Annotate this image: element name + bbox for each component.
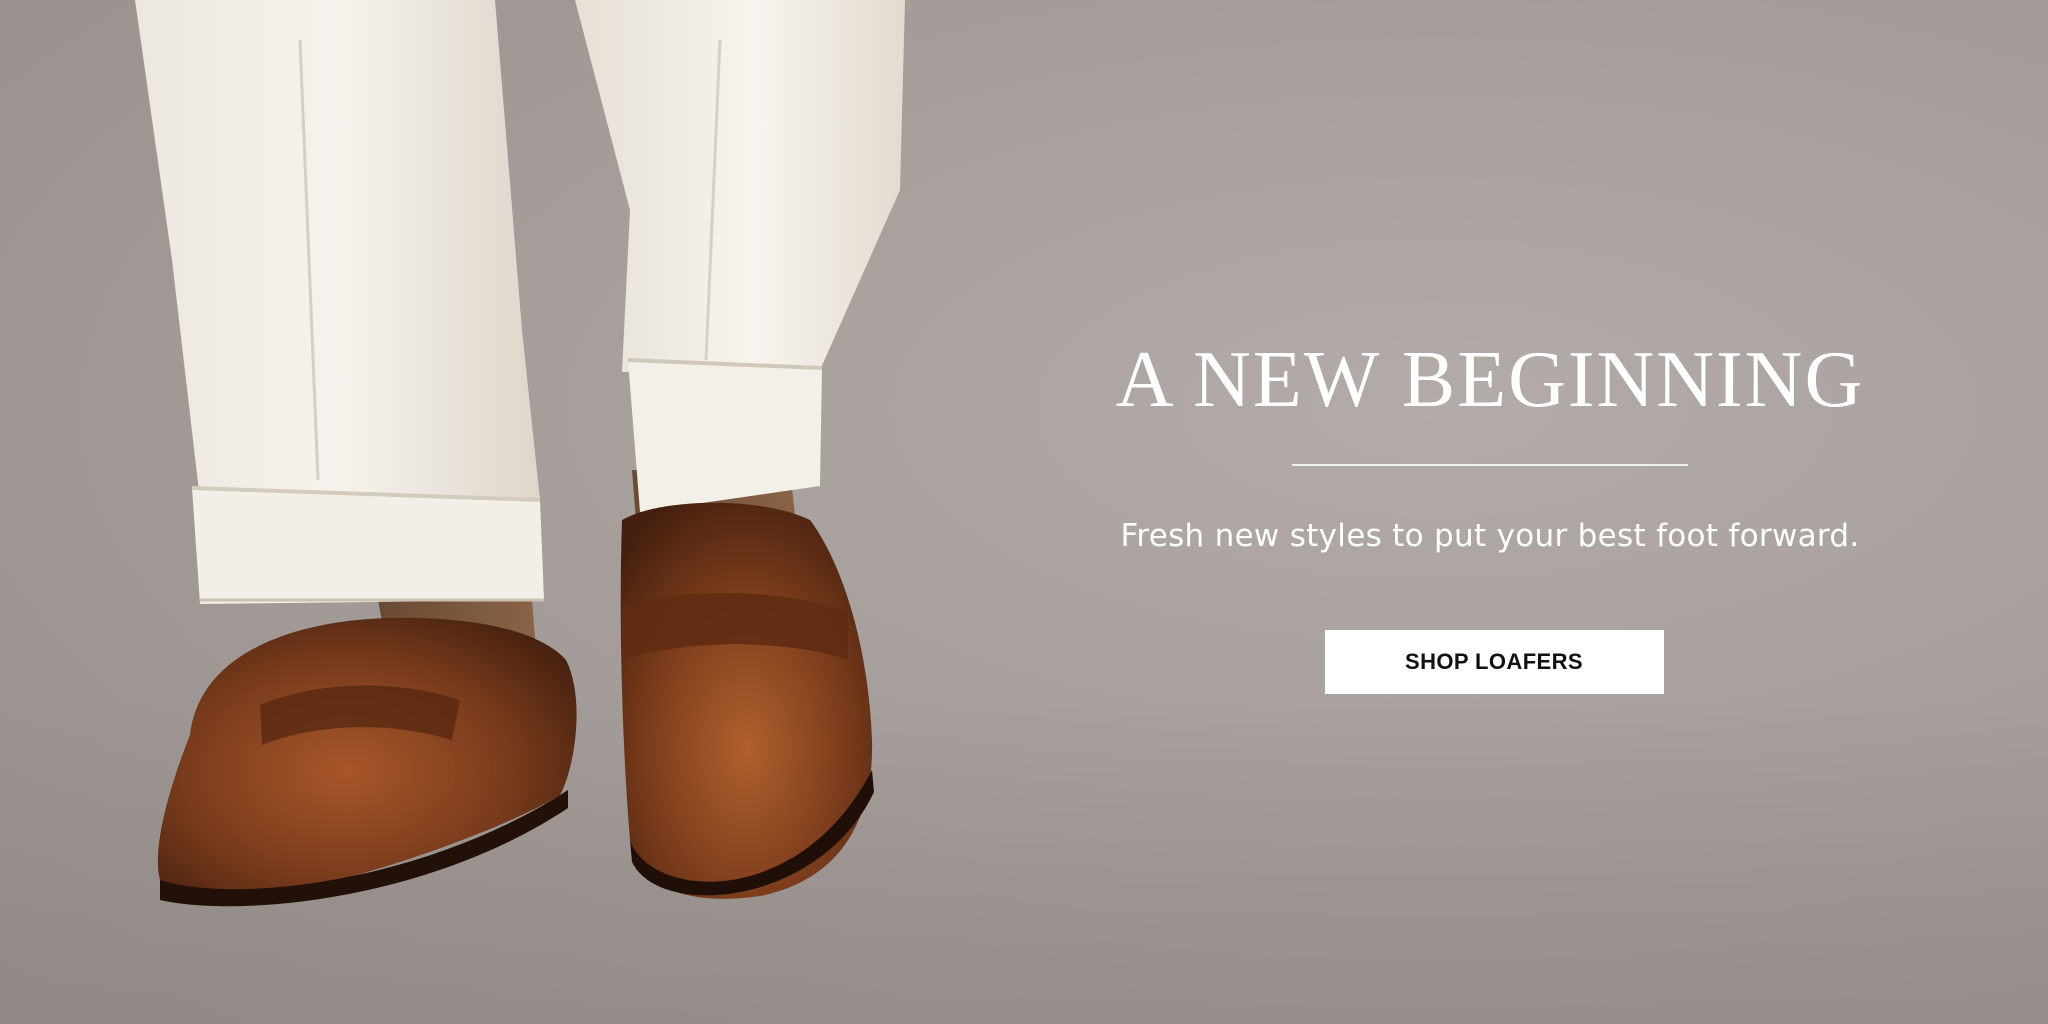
hero-banner: A NEW BEGINNING Fresh new styles to put … [0,0,2048,1024]
hero-subtitle: Fresh new styles to put your best foot f… [1120,518,1860,554]
title-divider [1292,464,1688,466]
hero-copy: A NEW BEGINNING Fresh new styles to put … [1040,330,1940,694]
shop-loafers-button[interactable]: SHOP LOAFERS [1324,630,1664,694]
hero-title: A NEW BEGINNING [1115,336,1865,424]
